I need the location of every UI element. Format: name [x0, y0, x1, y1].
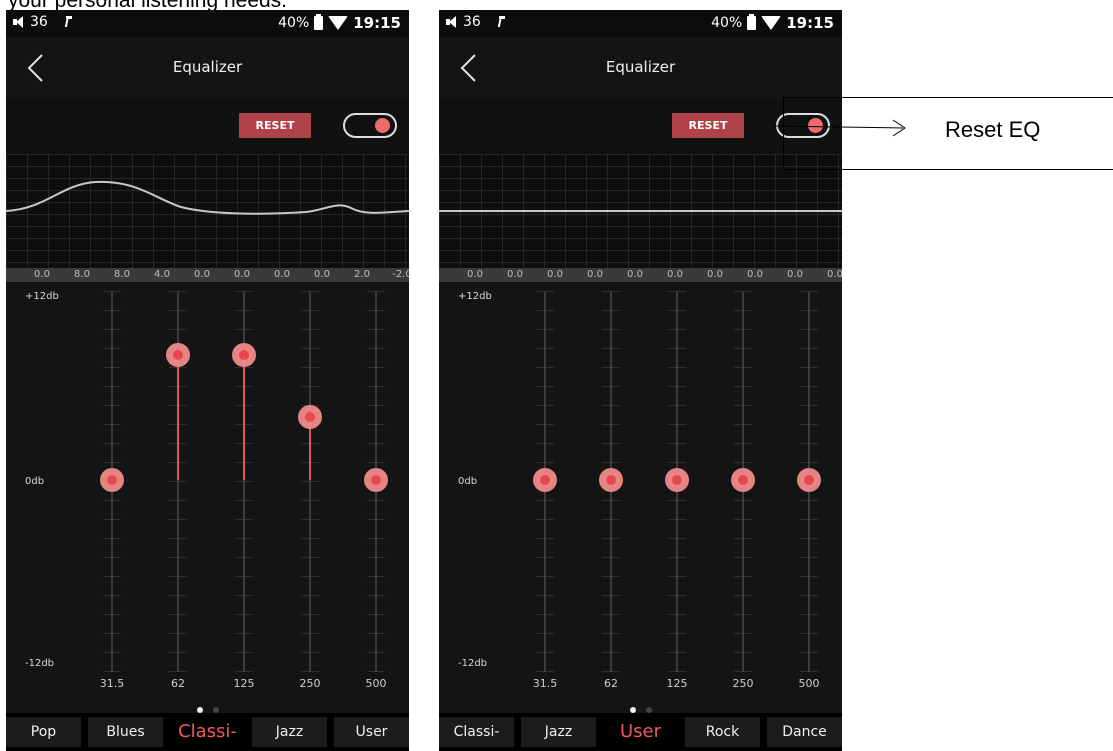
volume-level: 36	[463, 14, 481, 30]
gain-readout-value: 8.0	[114, 269, 130, 280]
band-slider-knob[interactable]	[533, 468, 557, 492]
gain-readout-row: 0.0 0.0 0.0 0.0 0.0 0.0 0.0 0.0 0.0 0.0	[439, 268, 842, 282]
reset-button[interactable]: RESET	[239, 113, 311, 138]
wifi-icon	[328, 16, 349, 30]
preset-tab[interactable]: Blues	[88, 717, 163, 747]
db-min-label: -12db	[25, 658, 55, 669]
gain-readout-value: 0.0	[194, 269, 210, 280]
clock: 19:15	[353, 14, 401, 32]
band-frequency-label: 500	[798, 677, 820, 690]
eq-toggle[interactable]	[343, 113, 397, 138]
gain-readout-value: 0.0	[234, 269, 250, 280]
band-slider-track[interactable]	[309, 291, 311, 672]
band-slider-knob[interactable]	[731, 468, 755, 492]
gain-readout-value: 0.0	[707, 269, 723, 280]
gain-readout-row: 0.0 8.0 8.0 4.0 0.0 0.0 0.0 0.0 2.0 -2.0	[6, 268, 409, 282]
band-slider-knob[interactable]	[166, 342, 190, 367]
db-zero-label: 0db	[458, 476, 478, 487]
volume-icon	[12, 15, 26, 29]
preset-tab[interactable]: Classi-	[439, 717, 514, 747]
gain-readout-value: 8.0	[74, 269, 90, 280]
band-frequency-label: 62	[604, 677, 618, 690]
preset-tab[interactable]: Dance	[767, 717, 842, 747]
music-note-icon	[495, 15, 505, 29]
gain-readout-value: 0.0	[827, 269, 842, 280]
gain-readout-value: 0.0	[274, 269, 290, 280]
battery-icon	[314, 14, 324, 30]
volume-level: 36	[30, 14, 48, 30]
preset-tab[interactable]: User	[603, 717, 678, 747]
equalizer-screen-1: 36 40% 19:15 Equalizer RESET 0.0 8.0 8.0 4.…	[6, 10, 409, 751]
band-frequency-label: 500	[365, 677, 387, 690]
status-bar: 36 40% 19:15	[6, 10, 409, 37]
page-indicator	[439, 698, 842, 713]
clock: 19:15	[786, 14, 834, 32]
band-frequency-label: 250	[732, 677, 754, 690]
reset-button[interactable]: RESET	[672, 113, 744, 138]
band-slider-knob[interactable]	[364, 468, 388, 492]
gain-readout-value: 0.0	[667, 269, 683, 280]
page-indicator	[6, 698, 409, 713]
band-slider-knob[interactable]	[797, 468, 821, 492]
band-slider-knob[interactable]	[599, 468, 623, 492]
band-slider-knob[interactable]	[665, 468, 689, 492]
gain-readout-value: 2.0	[354, 269, 370, 280]
preset-tab[interactable]: Pop	[6, 717, 81, 747]
eq-curve-graph	[439, 154, 842, 268]
gain-readout-value: 0.0	[314, 269, 330, 280]
wifi-icon	[761, 16, 782, 30]
page-title: Equalizer	[172, 58, 243, 76]
gain-readout-value: 0.0	[547, 269, 563, 280]
band-slider-knob[interactable]	[232, 342, 256, 367]
title-bar: Equalizer	[439, 37, 842, 98]
preset-tab[interactable]: Rock	[685, 717, 760, 747]
toggle-knob	[375, 118, 390, 133]
preset-tab[interactable]: Jazz	[252, 717, 327, 747]
preset-tab[interactable]: Jazz	[521, 717, 596, 747]
annotation-arrow-icon	[773, 119, 906, 137]
gain-readout-value: 0.0	[507, 269, 523, 280]
band-frequency-label: 125	[666, 677, 688, 690]
eq-curve	[6, 180, 409, 215]
db-min-label: -12db	[458, 658, 488, 669]
band-slider-fill	[243, 354, 245, 480]
band-frequency-label: 31.5	[99, 677, 125, 690]
gain-readout-value: 4.0	[154, 269, 170, 280]
status-bar: 36 40% 19:15	[439, 10, 842, 37]
gain-readout-value: 0.0	[34, 269, 50, 280]
gain-readout-value: 0.0	[747, 269, 763, 280]
volume-icon	[445, 15, 459, 29]
eq-curve	[439, 210, 842, 212]
band-slider-fill	[177, 354, 179, 480]
battery-percent: 40%	[711, 15, 743, 31]
gain-readout-value: 0.0	[787, 269, 803, 280]
preset-bar: Classi- Jazz User Rock Dance	[439, 713, 842, 751]
band-frequency-label: 62	[171, 677, 185, 690]
preset-tab[interactable]: Classi-	[170, 717, 245, 747]
page-title: Equalizer	[605, 58, 676, 76]
band-frequency-label: 125	[233, 677, 255, 690]
band-slider-knob[interactable]	[100, 468, 124, 492]
eq-controls: RESET	[6, 98, 409, 154]
music-note-icon	[62, 15, 72, 29]
annotation-label: Reset EQ	[945, 117, 1041, 142]
gain-readout-value: 0.0	[587, 269, 603, 280]
band-frequency-label: 31.5	[532, 677, 558, 690]
eq-curve-graph	[6, 154, 409, 268]
preset-bar: Pop Blues Classi- Jazz User	[6, 713, 409, 751]
gain-readout-value: -2.0	[392, 269, 409, 280]
battery-percent: 40%	[278, 15, 310, 31]
db-zero-label: 0db	[25, 476, 45, 487]
gain-readout-value: 0.0	[467, 269, 483, 280]
db-max-label: +12db	[458, 291, 492, 302]
band-frequency-label: 250	[299, 677, 321, 690]
battery-icon	[747, 14, 757, 30]
title-bar: Equalizer	[6, 37, 409, 98]
preset-tab[interactable]: User	[334, 717, 409, 747]
gain-readout-value: 0.0	[627, 269, 643, 280]
db-max-label: +12db	[25, 291, 59, 302]
